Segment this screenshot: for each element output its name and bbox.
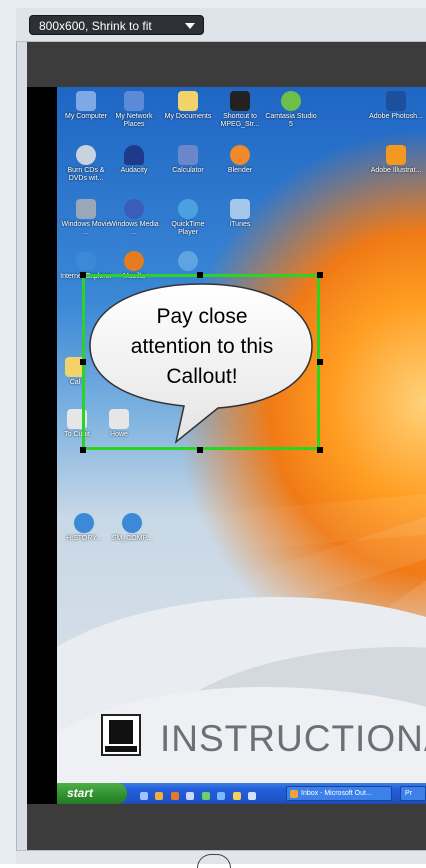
top-panel-edge <box>16 0 426 8</box>
canvas-size-dropdown[interactable]: 800x600, Shrink to fit <box>29 15 204 35</box>
desktop-icon-illustrator[interactable]: Adobe Illustrat... <box>369 145 423 175</box>
desktop-icon-media-player[interactable]: Windows Media ... <box>107 199 161 237</box>
blender-icon <box>230 145 250 165</box>
photoshop-icon <box>386 91 406 111</box>
folder-icon <box>178 91 198 111</box>
left-panel-edge <box>0 0 16 864</box>
bell-icon <box>109 720 133 744</box>
ie-icon <box>122 513 142 533</box>
computer-icon <box>76 91 96 111</box>
desktop-icon-network[interactable]: My Network Places <box>107 91 161 129</box>
editor-frame: 800x600, Shrink to fit My Computer My Ne… <box>0 0 426 868</box>
desktop-icon-globe[interactable] <box>161 251 215 271</box>
calculator-icon <box>178 145 198 165</box>
taskbar-item-label: Inbox - Microsoft Out... <box>301 790 372 797</box>
quicktime-icon <box>178 199 198 219</box>
taskbar-item-label: Pr <box>405 790 412 797</box>
desktop-icon-photoshop[interactable]: Adobe Photosh... <box>369 91 423 121</box>
movie-icon <box>76 199 96 219</box>
desktop-icon-audacity[interactable]: Audacity <box>107 145 161 175</box>
desktop-icon-itunes[interactable]: iTunes <box>213 199 267 229</box>
resize-handle[interactable] <box>80 272 86 278</box>
desktop-icon-camtasia[interactable]: Camtasia Studio 5 <box>264 91 318 129</box>
illustrator-icon <box>386 145 406 165</box>
desktop-icon-history[interactable]: HISTORY... <box>57 513 111 543</box>
logo-text: INSTRUCTIONA <box>160 718 426 759</box>
letterbox-bar <box>27 87 57 804</box>
outlook-icon <box>290 790 298 798</box>
desktop-icon-sm-comp[interactable]: SM_COMP... <box>105 513 159 543</box>
quick-launch-icon[interactable] <box>155 792 164 800</box>
ie-icon <box>74 513 94 533</box>
disc-icon <box>76 145 96 165</box>
quick-launch-icon[interactable] <box>217 792 226 800</box>
chevron-down-icon[interactable] <box>185 23 195 29</box>
quick-launch-icon[interactable] <box>201 792 210 800</box>
quick-launch-icon[interactable] <box>170 792 179 800</box>
quick-launch-icon[interactable] <box>140 792 148 800</box>
resize-handle[interactable] <box>197 447 203 453</box>
network-icon <box>124 91 144 111</box>
taskbar-item-outlook[interactable]: Inbox - Microsoft Out... <box>286 786 392 801</box>
quick-launch-icon[interactable] <box>248 792 257 800</box>
resize-handle[interactable] <box>317 272 323 278</box>
globe-icon <box>178 251 198 271</box>
quick-launch-icon[interactable] <box>186 792 195 800</box>
quick-launch <box>140 787 259 800</box>
desktop-icon-burn-cds[interactable]: Burn CDs & DVDs wit... <box>59 145 113 183</box>
resize-handle[interactable] <box>197 272 203 278</box>
desktop-icon-calculator[interactable]: Calculator <box>161 145 215 175</box>
media-player-icon <box>124 199 144 219</box>
film-icon <box>230 91 250 111</box>
desktop-icon-mpeg-shortcut[interactable]: Shortcut to MPEG_Str... <box>213 91 267 129</box>
resize-handle[interactable] <box>317 447 323 453</box>
logo-caption <box>105 746 137 752</box>
itunes-icon <box>230 199 250 219</box>
headphones-icon <box>124 145 144 165</box>
desktop-icon-documents[interactable]: My Documents <box>161 91 215 121</box>
taskbar-item-extra[interactable]: Pr <box>400 786 426 801</box>
quick-launch-icon[interactable] <box>232 792 241 800</box>
desktop-icon-my-computer[interactable]: My Computer <box>59 91 113 121</box>
start-label: start <box>67 786 94 800</box>
resize-handle[interactable] <box>80 447 86 453</box>
firefox-icon <box>124 251 144 271</box>
instructional-center-logo <box>101 714 141 756</box>
camtasia-icon <box>281 91 301 111</box>
desktop-icon-quicktime[interactable]: QuickTime Player <box>161 199 215 237</box>
canvas-size-label: 800x600, Shrink to fit <box>39 19 152 33</box>
resize-handle[interactable] <box>80 359 86 365</box>
ie-icon <box>76 251 96 271</box>
desktop-icon-blender[interactable]: Blender <box>213 145 267 175</box>
resize-handle[interactable] <box>317 359 323 365</box>
start-button[interactable]: start <box>57 783 127 804</box>
desktop-icon-movie-maker[interactable]: Windows Movie ... <box>59 199 113 237</box>
callout-selection-box[interactable] <box>82 274 320 450</box>
